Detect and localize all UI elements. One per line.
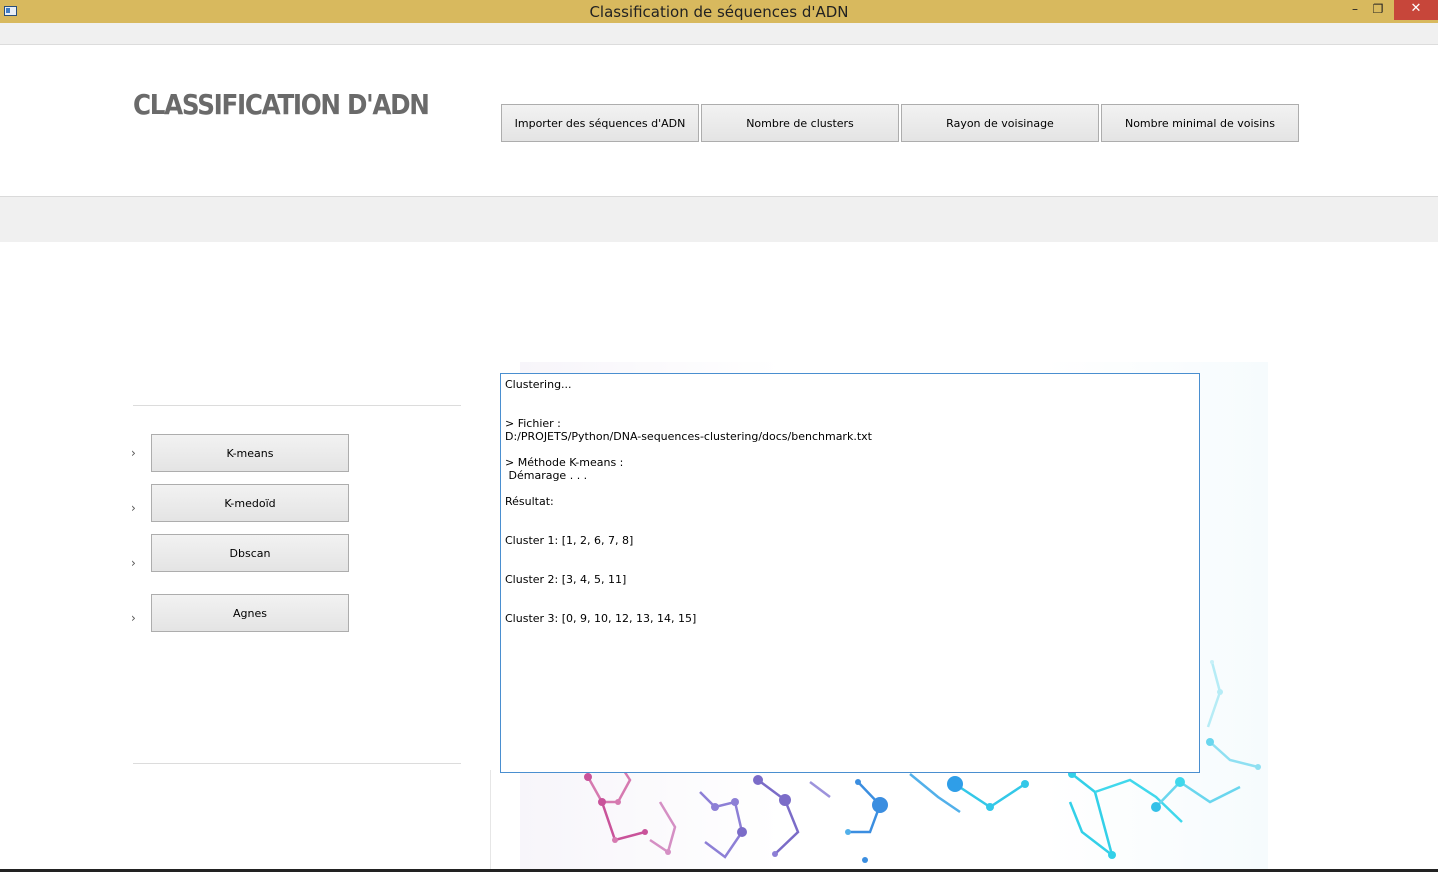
window-title: Classification de séquences d'ADN <box>589 3 849 21</box>
panel-separator <box>490 770 491 872</box>
separator-band <box>0 197 1438 242</box>
output-console[interactable]: Clustering... > Fichier : D:/PROJETS/Pyt… <box>500 373 1200 773</box>
restore-button[interactable]: ❐ <box>1366 0 1390 20</box>
import-sequences-button[interactable]: Importer des séquences d'ADN <box>501 104 699 142</box>
cluster-count-button[interactable]: Nombre de clusters <box>701 104 899 142</box>
dbscan-button[interactable]: Dbscan <box>151 534 349 572</box>
chevron-right-icon: › <box>131 446 136 460</box>
chevron-right-icon: › <box>131 501 136 515</box>
title-bar: Classification de séquences d'ADN – ❐ ✕ <box>0 0 1438 23</box>
left-panel-top-divider <box>133 405 461 406</box>
kmeans-button[interactable]: K-means <box>151 434 349 472</box>
app-title: CLASSIFICATION D'ADN <box>133 88 430 121</box>
menu-bar <box>0 23 1438 45</box>
left-panel-bottom-divider <box>133 763 461 764</box>
close-button[interactable]: ✕ <box>1394 0 1438 20</box>
chevron-right-icon: › <box>131 556 136 570</box>
neighborhood-radius-button[interactable]: Rayon de voisinage <box>901 104 1099 142</box>
agnes-button[interactable]: Agnes <box>151 594 349 632</box>
min-neighbors-button[interactable]: Nombre minimal de voisins <box>1101 104 1299 142</box>
kmedoid-button[interactable]: K-medoïd <box>151 484 349 522</box>
minimize-button[interactable]: – <box>1342 0 1368 20</box>
chevron-right-icon: › <box>131 611 136 625</box>
